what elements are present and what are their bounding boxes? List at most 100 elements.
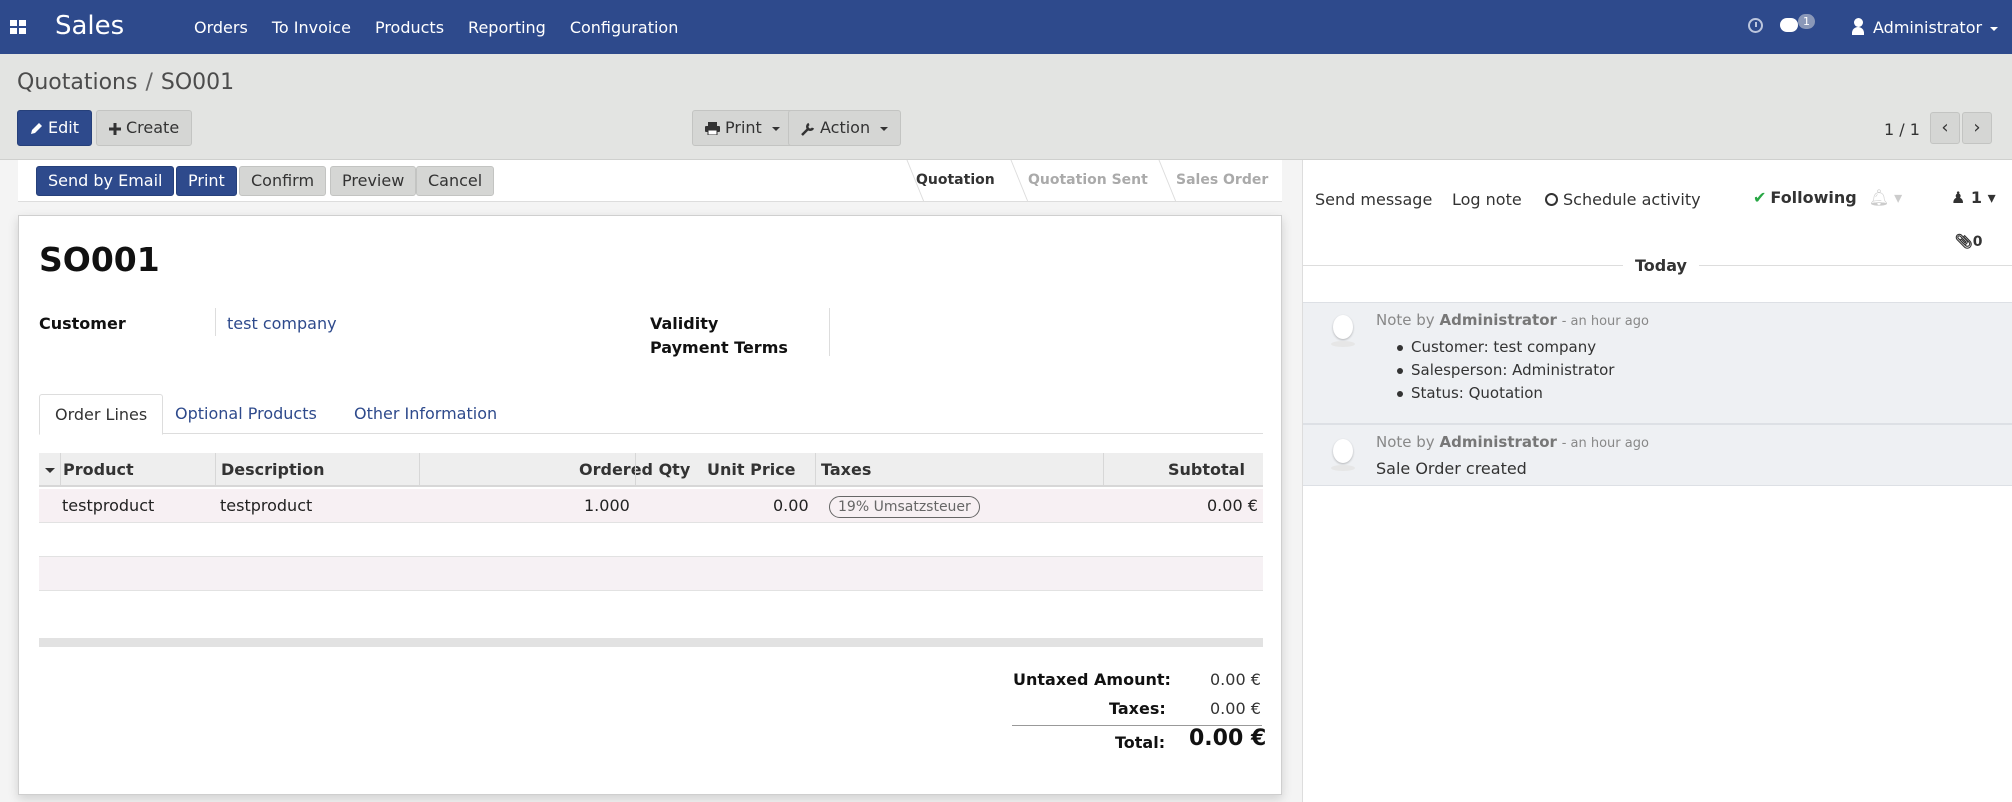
action-label: Action (820, 118, 871, 137)
activity-clock-icon[interactable] (1748, 18, 1763, 33)
followers-button[interactable]: ♟ 1 ▾ (1951, 188, 1996, 207)
sort-caret-icon[interactable] (45, 468, 55, 473)
send-message-button[interactable]: Send message (1315, 190, 1432, 209)
column-divider (215, 453, 216, 487)
message-time: - an hour ago (1561, 436, 1649, 451)
column-unit-price[interactable]: Unit Price (707, 453, 796, 487)
breadcrumb-current: SO001 (160, 70, 235, 95)
taxes-label: Taxes: (1109, 699, 1166, 718)
date-separator: Today (1623, 256, 1699, 275)
followers-count: 1 (1970, 188, 1983, 207)
chevron-right-icon: › (1973, 117, 1981, 138)
schedule-activity-button[interactable]: Schedule activity (1545, 190, 1701, 209)
stage-quotation[interactable]: Quotation (916, 172, 995, 188)
caret-down-icon (1990, 26, 1999, 31)
paperclip-icon: 📎︎ (1955, 234, 1973, 250)
cell-unit-price: 0.00 (773, 496, 809, 515)
table-row[interactable]: testproduct testproduct 1.000 0.00 19% U… (39, 489, 1263, 523)
confirm-button[interactable]: Confirm (239, 166, 327, 196)
column-divider (419, 453, 420, 487)
stage-divider (991, 160, 1029, 202)
menu-products[interactable]: Products (375, 18, 444, 37)
create-button[interactable]: Create (96, 110, 193, 146)
control-panel: Quotations / SO001 Edit Create Print Actio… (0, 54, 2012, 160)
message-author[interactable]: Administrator (1439, 433, 1556, 451)
cell-product: testproduct (62, 496, 155, 515)
empty-row (39, 557, 1263, 591)
pencil-icon (31, 123, 42, 134)
main-menu: Orders To Invoice Products Reporting Con… (194, 18, 702, 37)
field-divider (829, 308, 830, 356)
tab-order-lines[interactable]: Order Lines (39, 394, 164, 435)
untaxed-amount-label: Untaxed Amount: (1013, 670, 1171, 689)
schedule-activity-label: Schedule activity (1563, 190, 1701, 209)
tax-tag: 19% Umsatzsteuer (829, 496, 980, 518)
order-title: SO001 (39, 240, 160, 279)
breadcrumb-separator: / (145, 70, 153, 95)
customer-value[interactable]: test company (227, 314, 337, 333)
print-dropdown[interactable]: Print (692, 110, 793, 146)
total-label: Total: (1115, 733, 1166, 752)
edit-label: Edit (48, 118, 79, 137)
breadcrumb-quotations[interactable]: Quotations (17, 70, 137, 95)
preview-button[interactable]: Preview (330, 166, 417, 196)
column-subtotal[interactable]: Subtotal (1168, 453, 1245, 487)
column-taxes[interactable]: Taxes (821, 453, 871, 487)
stage-quotation-sent[interactable]: Quotation Sent (1028, 172, 1148, 188)
bell-icon[interactable]: 🔔︎ ▾ (1869, 188, 1902, 207)
tracking-item: Salesperson: Administrator (1396, 361, 1615, 379)
menu-to-invoice[interactable]: To Invoice (272, 18, 351, 37)
validity-label: Validity (650, 314, 719, 333)
tracking-item: Customer: test company (1396, 338, 1597, 356)
user-icon (1852, 18, 1864, 35)
tab-other-information[interactable]: Other Information (339, 394, 512, 435)
app-title[interactable]: Sales (55, 11, 124, 41)
apps-grid-icon[interactable] (10, 20, 26, 34)
menu-reporting[interactable]: Reporting (468, 18, 546, 37)
print-label: Print (725, 118, 762, 137)
customer-label: Customer (39, 314, 126, 333)
wrench-icon (801, 122, 815, 136)
caret-down-icon (771, 126, 780, 131)
send-by-email-button[interactable]: Send by Email (36, 166, 175, 196)
stage-sales-order[interactable]: Sales Order (1176, 172, 1268, 188)
avatar (1331, 439, 1355, 471)
create-label: Create (126, 118, 180, 137)
printer-icon (705, 122, 720, 135)
menu-configuration[interactable]: Configuration (570, 18, 679, 37)
edit-button[interactable]: Edit (17, 110, 92, 146)
message-prefix: Note by (1376, 433, 1435, 451)
chatter-message: Note by Administrator - an hour ago Cust… (1303, 302, 2012, 424)
cell-subtotal: 0.00 € (1207, 496, 1258, 515)
pager-next-button[interactable]: › (1962, 112, 1992, 144)
log-note-button[interactable]: Log note (1452, 190, 1522, 209)
pager-previous-button[interactable]: ‹ (1930, 112, 1960, 144)
print-button[interactable]: Print (176, 166, 237, 196)
cancel-button[interactable]: Cancel (416, 166, 495, 196)
attachments-count: 0 (1972, 234, 1983, 250)
breadcrumb: Quotations / SO001 (17, 70, 234, 95)
tab-optional-products[interactable]: Optional Products (160, 394, 332, 435)
following-button[interactable]: ✔ Following 🔔︎ ▾ (1753, 188, 1902, 207)
column-divider (635, 453, 636, 487)
cell-ordered-qty: 1.000 (584, 496, 630, 515)
pager-value[interactable]: 1 / 1 (1884, 120, 1920, 139)
total-value: 0.00 € (1189, 726, 1267, 751)
action-dropdown[interactable]: Action (788, 110, 902, 146)
top-navbar: Sales Orders To Invoice Products Reporti… (0, 0, 2012, 54)
column-divider (1103, 453, 1104, 487)
column-divider (815, 453, 816, 487)
untaxed-amount-value: 0.00 € (1210, 670, 1261, 689)
column-product[interactable]: Product (63, 453, 134, 487)
user-menu[interactable]: Administrator (1873, 18, 1999, 37)
message-author[interactable]: Administrator (1439, 311, 1556, 329)
chat-bubbles-icon[interactable] (1780, 18, 1798, 32)
caret-down-icon (880, 126, 889, 131)
empty-row (39, 523, 1263, 557)
attachments-button[interactable]: 📎︎0 (1955, 234, 1983, 250)
column-description[interactable]: Description (221, 453, 324, 487)
taxes-value: 0.00 € (1210, 699, 1261, 718)
plus-icon (109, 122, 121, 135)
menu-orders[interactable]: Orders (194, 18, 248, 37)
caret-down-icon: ▾ (1982, 188, 1996, 207)
